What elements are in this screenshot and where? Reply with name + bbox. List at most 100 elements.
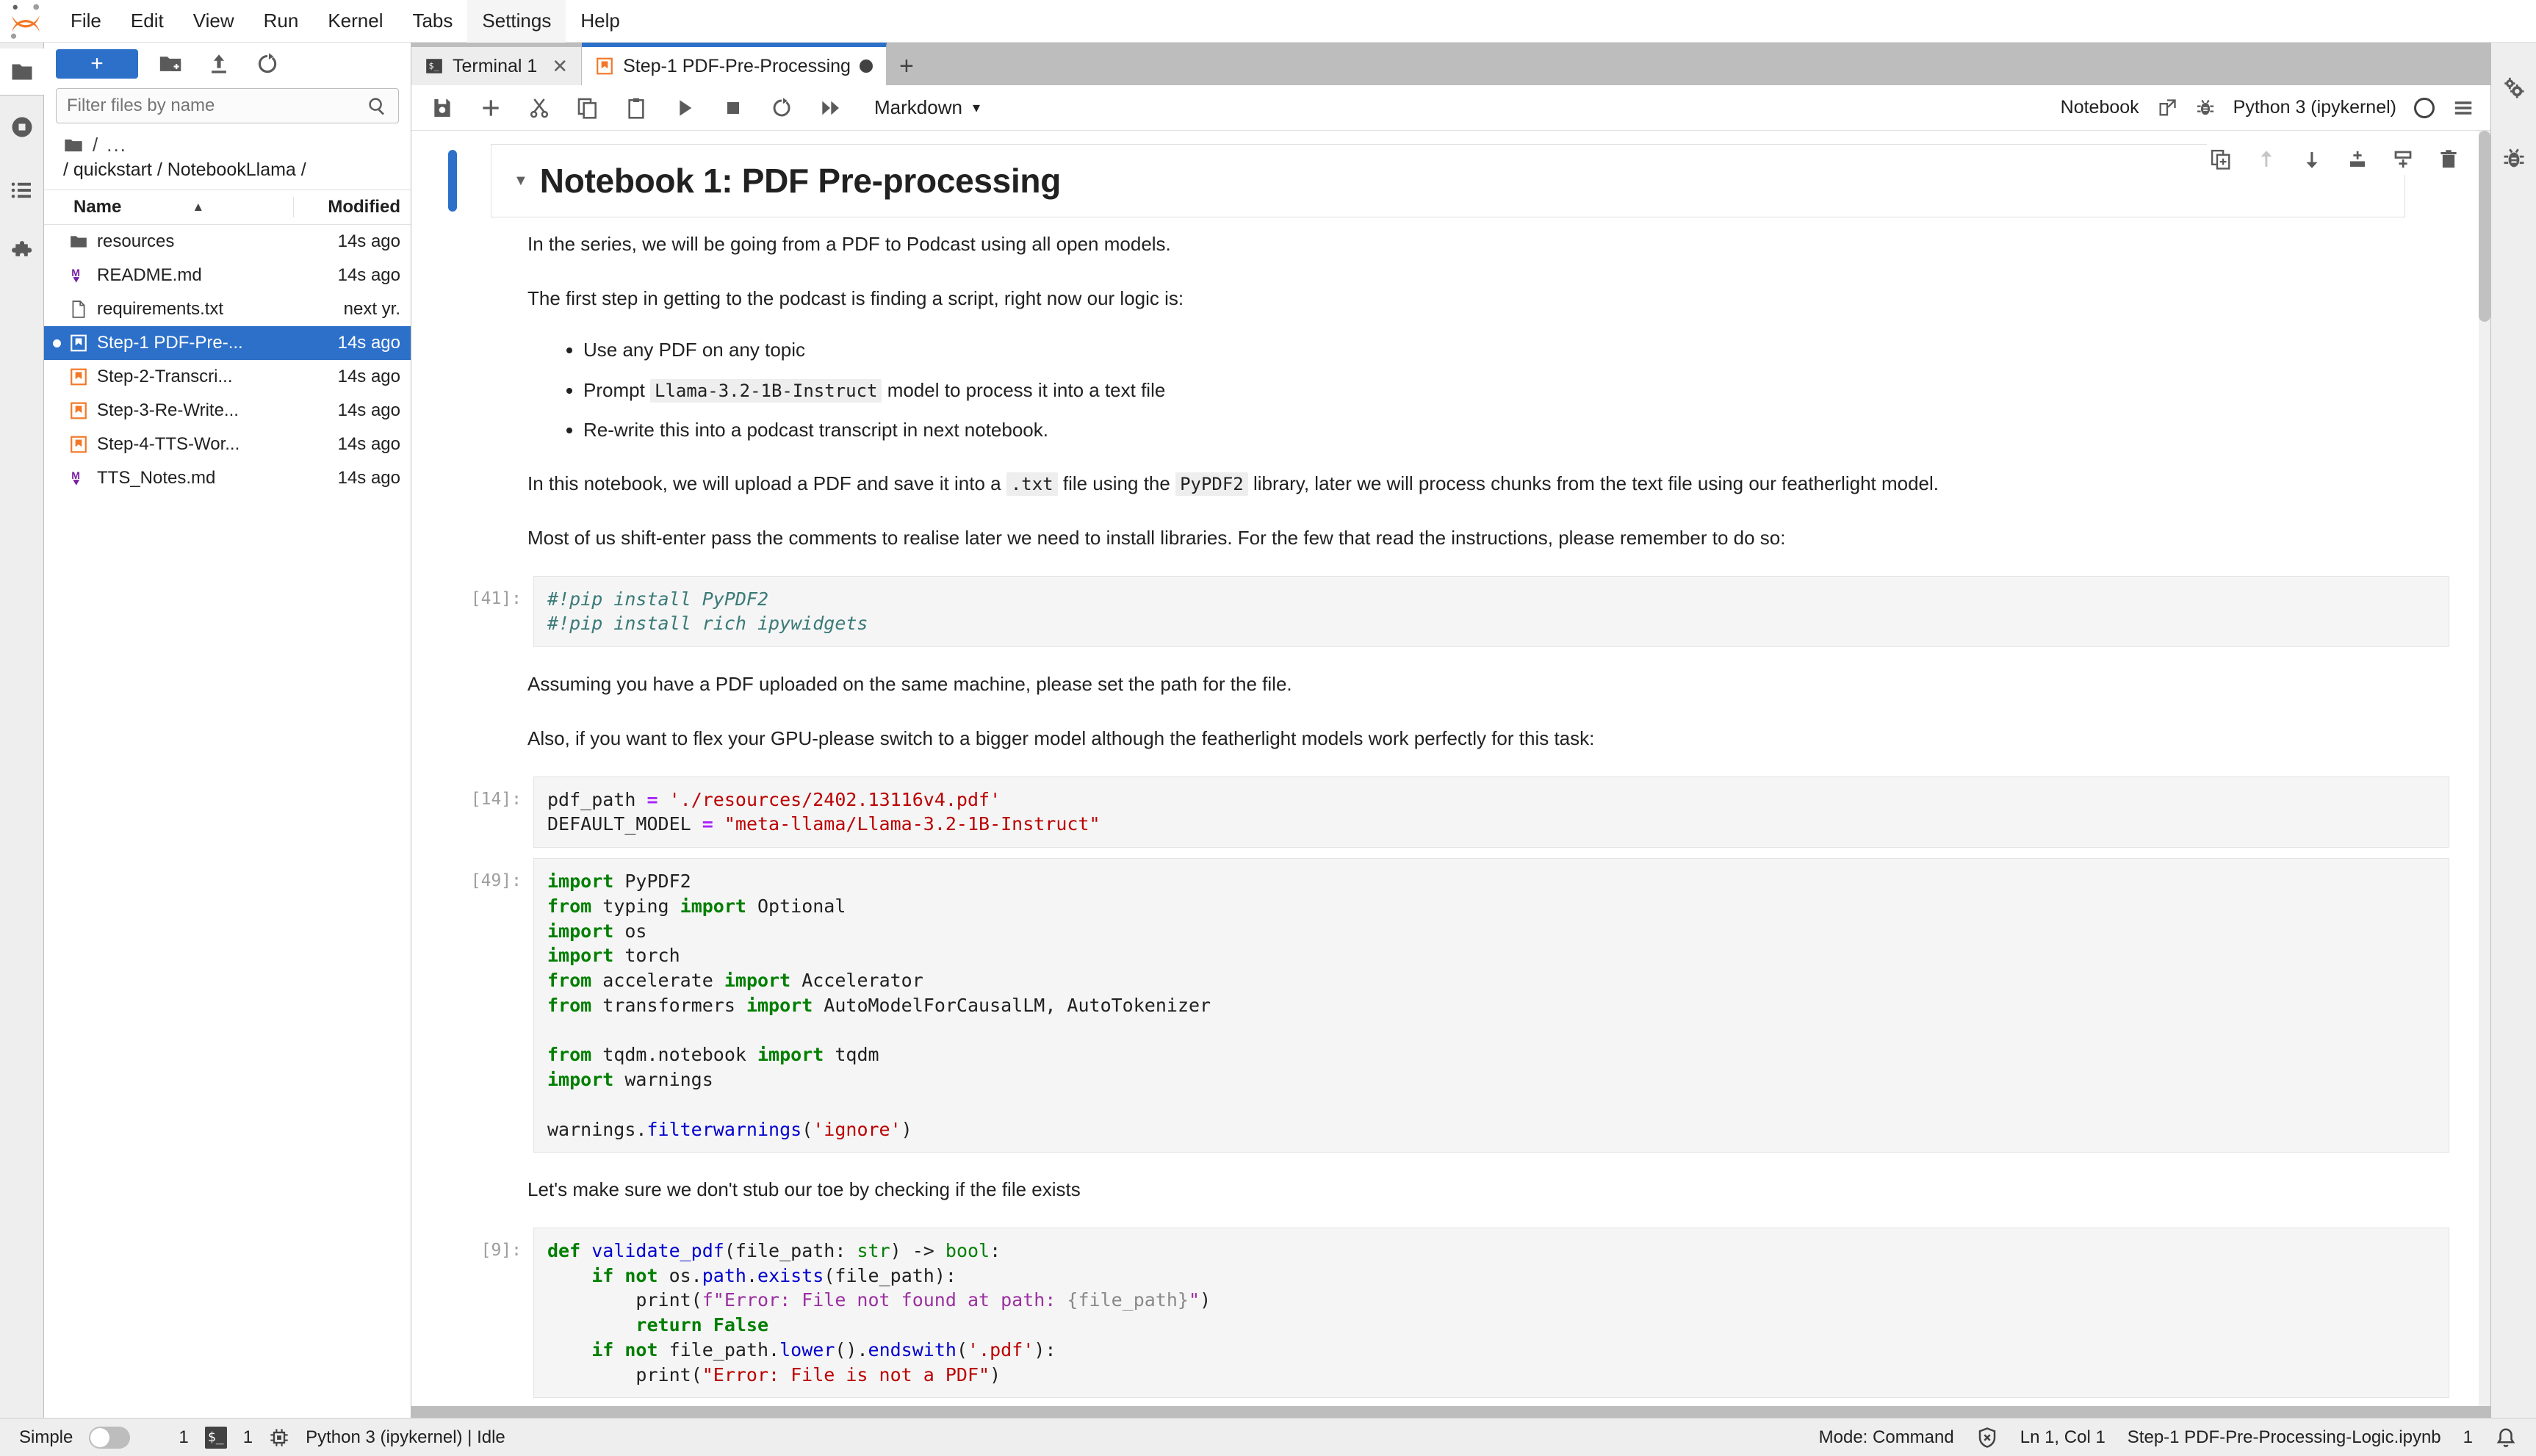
run-button[interactable] bbox=[670, 93, 699, 123]
terminal-count[interactable]: 1 bbox=[243, 1427, 253, 1448]
sidebar-item-table-of-contents[interactable] bbox=[0, 159, 44, 222]
markdown-cell-file-exists[interactable]: Let's make sure we don't stub our toe by… bbox=[491, 1163, 2449, 1217]
menu-view[interactable]: View bbox=[179, 0, 249, 43]
markdown-heading-box: ▼ Notebook 1: PDF Pre-processing bbox=[491, 144, 2405, 217]
delete-cell-button[interactable] bbox=[2436, 147, 2461, 172]
copy-button[interactable] bbox=[573, 93, 602, 123]
list-item[interactable]: Step-4-TTS-Wor... 14s ago bbox=[44, 428, 411, 461]
refresh-icon[interactable] bbox=[251, 48, 284, 80]
code-editor[interactable]: pdf_path = './resources/2402.13116v4.pdf… bbox=[533, 776, 2449, 848]
save-button[interactable] bbox=[428, 93, 457, 123]
notebook-panel: ▼ Notebook 1: PDF Pre-processing In the … bbox=[411, 131, 2490, 1406]
code-cell-49[interactable]: [49]: import PyPDF2 from typing import O… bbox=[454, 858, 2449, 1153]
file-filter-box[interactable] bbox=[56, 88, 399, 123]
kernel-status-text[interactable]: Python 3 (ipykernel) | Idle bbox=[306, 1427, 505, 1448]
collapse-heading-icon[interactable]: ▼ bbox=[514, 161, 528, 190]
file-name: Step-4-TTS-Wor... bbox=[94, 434, 293, 455]
markdown-cell-pdf-path[interactable]: Assuming you have a PDF uploaded on the … bbox=[491, 657, 2449, 765]
paragraph-notebook-desc: In this notebook, we will upload a PDF a… bbox=[527, 457, 2449, 511]
sidebar-item-file-browser[interactable] bbox=[0, 48, 44, 95]
file-modified: 14s ago bbox=[293, 468, 411, 489]
notebook-scroll-area[interactable]: ▼ Notebook 1: PDF Pre-processing In the … bbox=[411, 131, 2479, 1406]
bell-icon[interactable] bbox=[2495, 1427, 2517, 1449]
new-launcher-button[interactable]: + bbox=[56, 49, 138, 79]
code-editor[interactable]: import PyPDF2 from typing import Optiona… bbox=[533, 858, 2449, 1153]
sidebar-item-debugger[interactable] bbox=[2491, 123, 2536, 194]
cut-button[interactable] bbox=[525, 93, 554, 123]
sidebar-item-extension-manager[interactable] bbox=[0, 222, 44, 285]
cell-type-dropdown[interactable]: Markdown ▾ bbox=[874, 96, 980, 119]
new-folder-icon[interactable] bbox=[154, 48, 187, 80]
breadcrumb-path[interactable]: / quickstart / NotebookLlama / bbox=[44, 159, 411, 190]
code-editor[interactable]: def validate_pdf(file_path: str) -> bool… bbox=[533, 1228, 2449, 1399]
add-tab-button[interactable]: + bbox=[887, 47, 926, 85]
bullet-text: Re-write this into a podcast transcript … bbox=[583, 419, 1048, 441]
menu-tabs[interactable]: Tabs bbox=[397, 0, 467, 43]
close-icon[interactable]: ✕ bbox=[552, 55, 568, 78]
cursor-position[interactable]: Ln 1, Col 1 bbox=[2020, 1427, 2105, 1448]
markdown-cell-intro[interactable]: In the series, we will be going from a P… bbox=[491, 217, 2449, 566]
scrollbar-thumb[interactable] bbox=[2479, 131, 2490, 322]
chevron-down-icon: ▾ bbox=[973, 98, 980, 117]
notebook-vertical-scrollbar[interactable] bbox=[2479, 131, 2490, 1406]
folder-icon bbox=[9, 59, 35, 85]
inline-code: Llama-3.2-1B-Instruct bbox=[650, 379, 882, 403]
kernel-session-count[interactable]: 1 bbox=[179, 1427, 188, 1448]
notebook-horizontal-scrollbar[interactable] bbox=[411, 1406, 2490, 1418]
list-item[interactable]: resources 14s ago bbox=[44, 225, 411, 259]
sidebar-item-property-inspector[interactable] bbox=[2491, 53, 2536, 123]
dirty-indicator[interactable] bbox=[860, 60, 873, 73]
sidebar-item-running-terminals[interactable] bbox=[0, 95, 44, 159]
code-line: def validate_pdf(file_path: str) -> bool… bbox=[534, 1239, 2449, 1388]
column-header-modified[interactable]: Modified bbox=[293, 197, 411, 217]
code-cell-14[interactable]: [14]: pdf_path = './resources/2402.13116… bbox=[454, 776, 2449, 848]
move-cell-up-button[interactable] bbox=[2254, 147, 2279, 172]
code-editor[interactable]: #!pip install PyPDF2 #!pip install rich … bbox=[533, 576, 2449, 648]
list-item[interactable]: M TTS_Notes.md 14s ago bbox=[44, 461, 411, 495]
duplicate-cell-button[interactable] bbox=[2208, 147, 2233, 172]
menu-help[interactable]: Help bbox=[566, 0, 634, 43]
menu-kernel[interactable]: Kernel bbox=[313, 0, 397, 43]
breadcrumb-root[interactable]: / bbox=[93, 134, 98, 156]
file-modified: next yr. bbox=[293, 299, 411, 320]
paragraph-file-exists: Let's make sure we don't stub our toe by… bbox=[527, 1163, 2449, 1217]
paste-button[interactable] bbox=[622, 93, 651, 123]
code-cell-41[interactable]: [41]: #!pip install PyPDF2 #!pip install… bbox=[454, 576, 2449, 648]
simple-mode-toggle[interactable] bbox=[89, 1427, 130, 1449]
menu-file[interactable]: File bbox=[56, 0, 116, 43]
bug-icon[interactable] bbox=[2195, 98, 2216, 118]
list-item[interactable]: M README.md 14s ago bbox=[44, 259, 411, 292]
menu-settings[interactable]: Settings bbox=[467, 0, 566, 43]
hamburger-icon[interactable] bbox=[2452, 97, 2474, 119]
insert-cell-above-button[interactable] bbox=[2345, 147, 2370, 172]
move-cell-down-button[interactable] bbox=[2299, 147, 2324, 172]
external-link-icon[interactable] bbox=[2157, 98, 2177, 118]
menu-run[interactable]: Run bbox=[249, 0, 314, 43]
list-item[interactable]: Step-2-Transcri... 14s ago bbox=[44, 360, 411, 394]
notification-count[interactable]: 1 bbox=[2463, 1427, 2473, 1448]
markdown-cell-title[interactable]: ▼ Notebook 1: PDF Pre-processing bbox=[491, 144, 2405, 217]
upload-icon[interactable] bbox=[203, 48, 235, 80]
left-activity-bar bbox=[0, 43, 44, 1418]
list-item[interactable]: Step-3-Re-Write... 14s ago bbox=[44, 394, 411, 428]
trusted-icon[interactable] bbox=[1976, 1427, 1998, 1449]
code-cell-9[interactable]: [9]: def validate_pdf(file_path: str) ->… bbox=[454, 1228, 2449, 1399]
breadcrumb[interactable]: / ... bbox=[44, 123, 411, 159]
insert-cell-button[interactable] bbox=[476, 93, 505, 123]
search-input[interactable] bbox=[67, 95, 366, 116]
restart-button[interactable] bbox=[767, 93, 796, 123]
inline-code-pypdf2: PyPDF2 bbox=[1175, 472, 1248, 496]
list-item[interactable]: requirements.txt next yr. bbox=[44, 292, 411, 326]
tab-terminal-1[interactable]: $_ Terminal 1 ✕ bbox=[411, 47, 582, 85]
insert-cell-below-button[interactable] bbox=[2391, 147, 2416, 172]
file-name: Step-3-Re-Write... bbox=[94, 400, 293, 421]
list-item-selected[interactable]: Step-1 PDF-Pre-... 14s ago bbox=[44, 326, 411, 360]
column-header-name[interactable]: Name ▲ bbox=[44, 197, 293, 217]
kernel-name-label[interactable]: Python 3 (ipykernel) bbox=[2233, 97, 2396, 118]
breadcrumb-ellipsis[interactable]: ... bbox=[107, 134, 127, 156]
restart-run-all-button[interactable] bbox=[815, 93, 845, 123]
menu-edit[interactable]: Edit bbox=[116, 0, 179, 43]
jupyterlab-window: File Edit View Run Kernel Tabs Settings … bbox=[0, 0, 2536, 1456]
stop-button[interactable] bbox=[718, 93, 748, 123]
tab-step-1-pdf-pre-processing[interactable]: Step-1 PDF-Pre-Processing bbox=[582, 43, 887, 85]
